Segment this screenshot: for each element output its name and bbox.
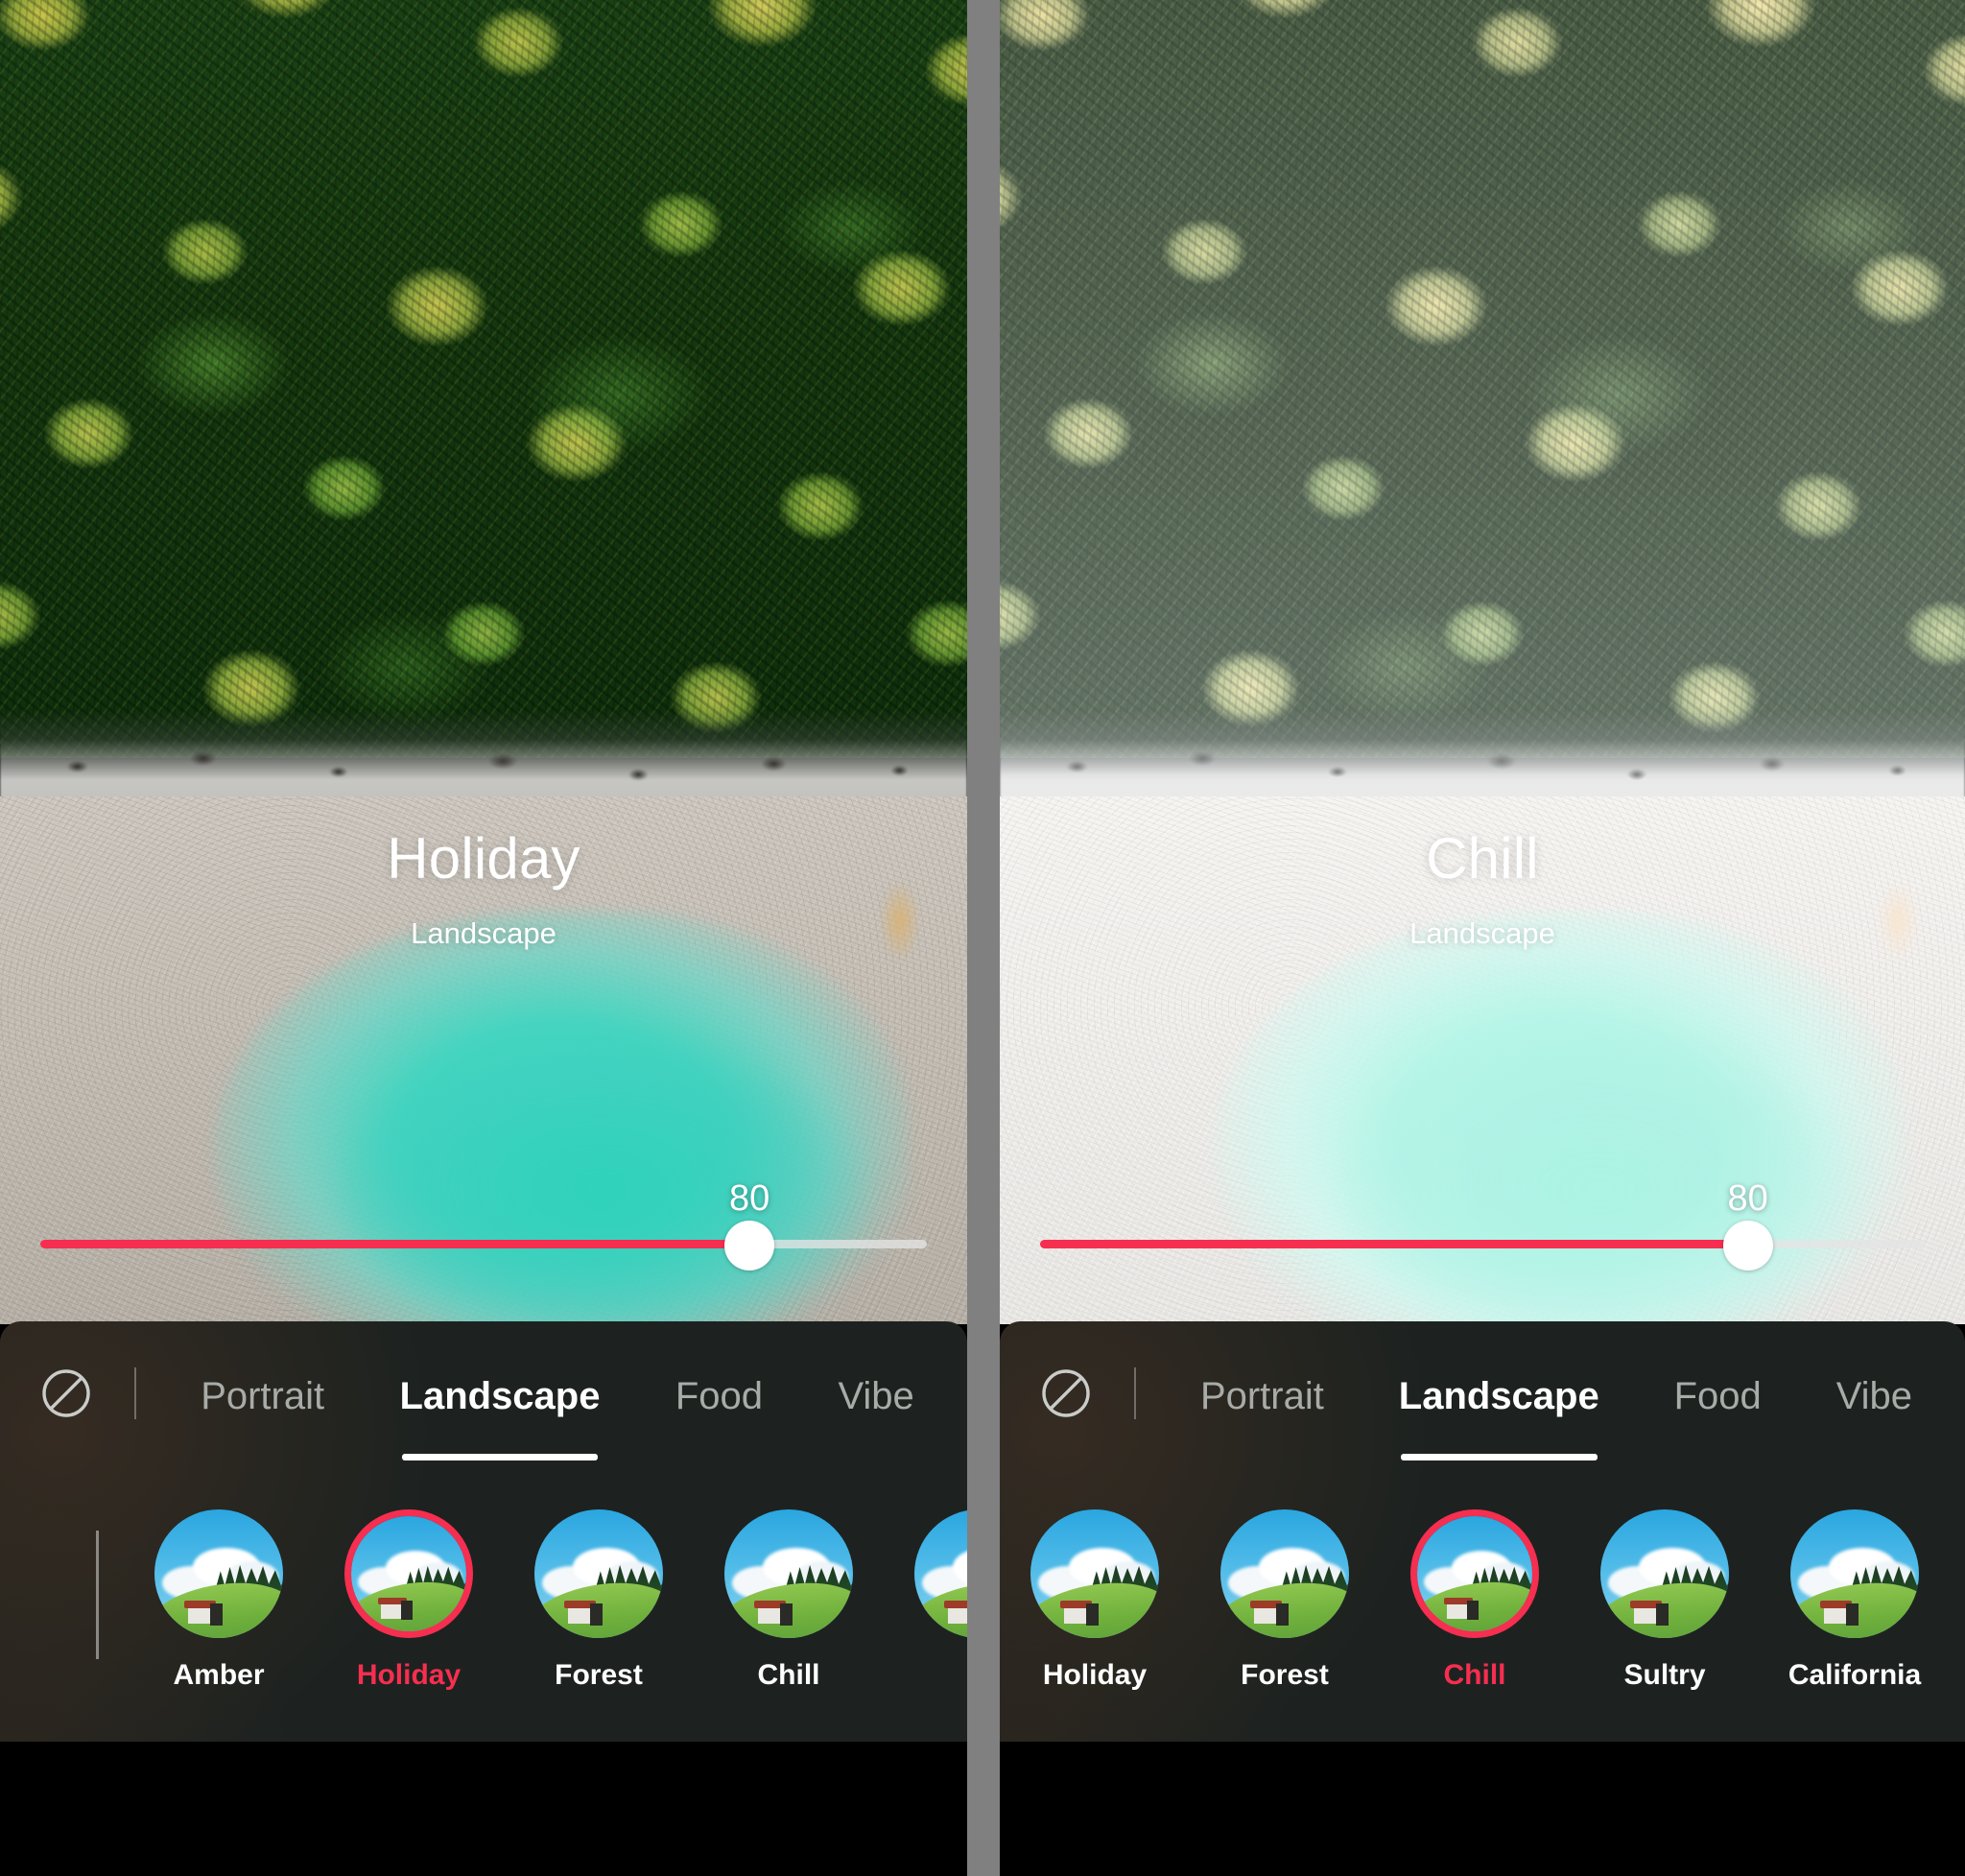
filter-item[interactable]: California bbox=[1760, 1509, 1950, 1692]
filter-item[interactable]: Chill bbox=[694, 1509, 884, 1692]
tab-landscape[interactable]: Landscape bbox=[400, 1369, 600, 1460]
filter-label: Forest bbox=[1241, 1659, 1329, 1691]
tab-portrait[interactable]: Portrait bbox=[201, 1369, 324, 1418]
photo-preview-right[interactable] bbox=[1000, 0, 1965, 1324]
filter-panel-left: Portrait Landscape Food Vibe Amber Holiday Fo… bbox=[0, 1321, 967, 1876]
slider-value-label: 80 bbox=[729, 1178, 770, 1219]
filter-item[interactable]: Forest bbox=[1190, 1509, 1380, 1692]
phone-screen-left: Holiday Landscape 80 Portrait Landscape Fo… bbox=[0, 0, 967, 1876]
category-tabs-left: Portrait Landscape Food Vibe bbox=[0, 1321, 967, 1465]
filter-label: Holiday bbox=[356, 1659, 462, 1691]
filter-rail-left[interactable]: Amber Holiday Forest Chill bbox=[0, 1509, 967, 1749]
filter-thumbnail[interactable] bbox=[724, 1509, 853, 1638]
tab-portrait[interactable]: Portrait bbox=[1200, 1369, 1324, 1418]
circle-slash-icon[interactable] bbox=[40, 1367, 92, 1419]
filter-thumbnail[interactable] bbox=[1220, 1509, 1349, 1638]
filter-item[interactable]: Amber bbox=[124, 1509, 314, 1692]
filter-label: Chill bbox=[757, 1659, 820, 1691]
filter-item[interactable]: Chill bbox=[1380, 1509, 1570, 1692]
comparison-stage: Holiday Landscape 80 Portrait Landscape Fo… bbox=[0, 0, 1965, 1876]
tab-food[interactable]: Food bbox=[1674, 1369, 1762, 1418]
slider-value-label: 80 bbox=[1727, 1178, 1768, 1219]
filter-item[interactable] bbox=[884, 1509, 967, 1659]
panel-divider bbox=[967, 0, 1000, 1876]
filter-thumbnail[interactable] bbox=[344, 1509, 473, 1638]
filter-thumbnail[interactable] bbox=[914, 1509, 967, 1638]
slider-knob[interactable] bbox=[1722, 1221, 1773, 1270]
filter-item[interactable]: Sultry bbox=[1570, 1509, 1760, 1692]
tab-landscape[interactable]: Landscape bbox=[1399, 1369, 1599, 1460]
filter-item[interactable]: Holiday bbox=[314, 1509, 504, 1692]
filter-thumbnail[interactable] bbox=[534, 1509, 663, 1638]
jungle-canopy-right bbox=[1000, 0, 1965, 758]
filter-label: Holiday bbox=[1042, 1659, 1148, 1691]
slider-fill bbox=[40, 1240, 750, 1248]
filter-label: Amber bbox=[173, 1659, 265, 1691]
home-indicator-area-right bbox=[1000, 1742, 1965, 1876]
filter-label: Chill bbox=[1443, 1659, 1506, 1691]
filter-thumbnail[interactable] bbox=[1790, 1509, 1919, 1638]
filter-thumbnail[interactable] bbox=[1030, 1509, 1159, 1638]
filter-panel-right: Portrait Landscape Food Vibe Holiday Forest C… bbox=[1000, 1321, 1965, 1876]
filter-rail-right[interactable]: Holiday Forest Chill Sultry California bbox=[1000, 1509, 1965, 1749]
tab-food[interactable]: Food bbox=[675, 1369, 763, 1418]
filter-item[interactable]: Holiday bbox=[1000, 1509, 1190, 1692]
circle-slash-icon[interactable] bbox=[1040, 1367, 1092, 1419]
intensity-slider-right[interactable]: 80 bbox=[1000, 1178, 1965, 1295]
category-tabs-right: Portrait Landscape Food Vibe bbox=[1000, 1321, 1965, 1465]
tab-vibe[interactable]: Vibe bbox=[838, 1369, 913, 1418]
filter-label: California bbox=[1787, 1659, 1922, 1691]
filter-thumbnail[interactable] bbox=[1410, 1509, 1539, 1638]
jungle-canopy-left bbox=[0, 0, 967, 758]
filter-label: Forest bbox=[555, 1659, 643, 1691]
photo-preview-left[interactable] bbox=[0, 0, 967, 1324]
intensity-slider-left[interactable]: 80 bbox=[0, 1178, 967, 1295]
slider-knob[interactable] bbox=[724, 1221, 775, 1270]
home-indicator-area-left bbox=[0, 1742, 967, 1876]
filter-item[interactable]: Forest bbox=[504, 1509, 694, 1692]
filter-thumbnail[interactable] bbox=[1600, 1509, 1729, 1638]
filter-label: Sultry bbox=[1623, 1659, 1706, 1691]
tab-vibe[interactable]: Vibe bbox=[1836, 1369, 1912, 1418]
filter-thumbnail[interactable] bbox=[154, 1509, 283, 1638]
phone-screen-right: Chill Landscape 80 Portrait Landscape Food… bbox=[1000, 0, 1965, 1876]
slider-fill bbox=[1040, 1240, 1748, 1248]
